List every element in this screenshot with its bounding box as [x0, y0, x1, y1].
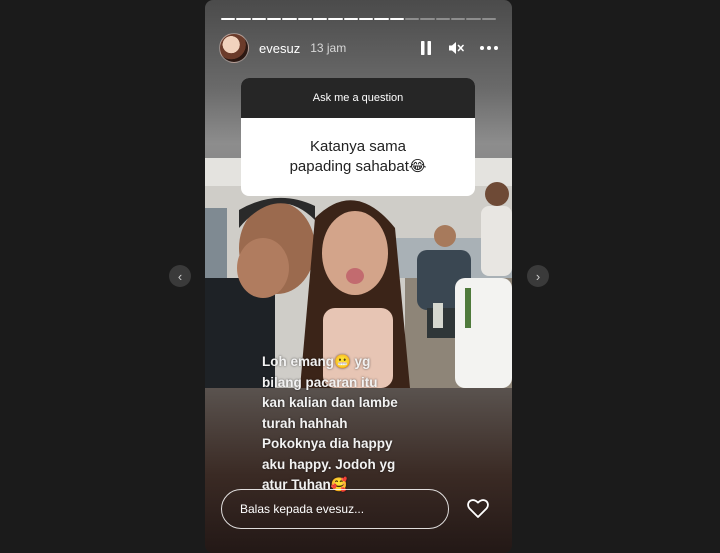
- progress-segment: [404, 18, 420, 20]
- progress-segment: [420, 18, 435, 20]
- mute-button[interactable]: [448, 41, 464, 55]
- caption-line: aku happy. Jodoh yg: [262, 456, 396, 472]
- progress-segment: [450, 18, 466, 20]
- avatar[interactable]: [219, 33, 249, 63]
- caption-line: Loh emang😬 yg: [262, 354, 371, 369]
- story-viewer[interactable]: evesuz 13 jam Ask me a question Katanya …: [205, 0, 512, 553]
- progress-segment: [236, 18, 251, 20]
- question-line: Katanya sama: [310, 138, 406, 155]
- timestamp: 13 jam: [310, 41, 347, 55]
- mute-icon: [449, 42, 464, 54]
- reply-placeholder: Balas kepada evesuz...: [240, 502, 365, 516]
- question-line: papading sahabat😂: [289, 158, 427, 175]
- question-sticker-title: Ask me a question: [241, 78, 475, 118]
- progress-segment: [221, 18, 236, 20]
- story-progress: [221, 18, 496, 20]
- progress-segment: [251, 18, 266, 20]
- story-caption: Loh emang😬 yg bilang pacaran itu kan kal…: [262, 352, 442, 496]
- progress-segment: [312, 18, 328, 20]
- question-sticker[interactable]: Ask me a question Katanya sama papading …: [241, 78, 475, 196]
- caption-line: bilang pacaran itu: [262, 374, 378, 390]
- progress-segment: [282, 18, 297, 20]
- progress-segment: [435, 18, 450, 20]
- caption-line: turah hahhah: [262, 415, 348, 431]
- question-sticker-text: Katanya sama papading sahabat😂: [241, 118, 475, 196]
- pause-icon: [421, 41, 431, 55]
- story-header: evesuz 13 jam: [219, 33, 498, 63]
- progress-segment: [328, 18, 343, 20]
- next-story-button[interactable]: ›: [527, 265, 549, 287]
- like-button[interactable]: [466, 496, 490, 520]
- chevron-right-icon: ›: [535, 268, 541, 284]
- heart-icon: [467, 499, 489, 518]
- caption-line: kan kalian dan lambe: [262, 395, 398, 410]
- previous-story-button[interactable]: ‹: [169, 265, 191, 287]
- username[interactable]: evesuz: [259, 41, 300, 56]
- progress-segment: [358, 18, 374, 20]
- reply-input[interactable]: Balas kepada evesuz...: [221, 489, 449, 529]
- more-options-button[interactable]: [480, 46, 498, 50]
- progress-segment: [389, 18, 404, 20]
- caption-line: Pokoknya dia happy: [262, 436, 393, 451]
- progress-segment: [343, 18, 358, 20]
- progress-segment: [266, 18, 282, 20]
- progress-segment: [466, 18, 481, 20]
- chevron-left-icon: ‹: [177, 268, 183, 284]
- progress-segment: [374, 18, 389, 20]
- more-icon: [480, 46, 498, 50]
- pause-button[interactable]: [420, 41, 432, 55]
- progress-segment: [481, 18, 496, 20]
- progress-segment: [297, 18, 312, 20]
